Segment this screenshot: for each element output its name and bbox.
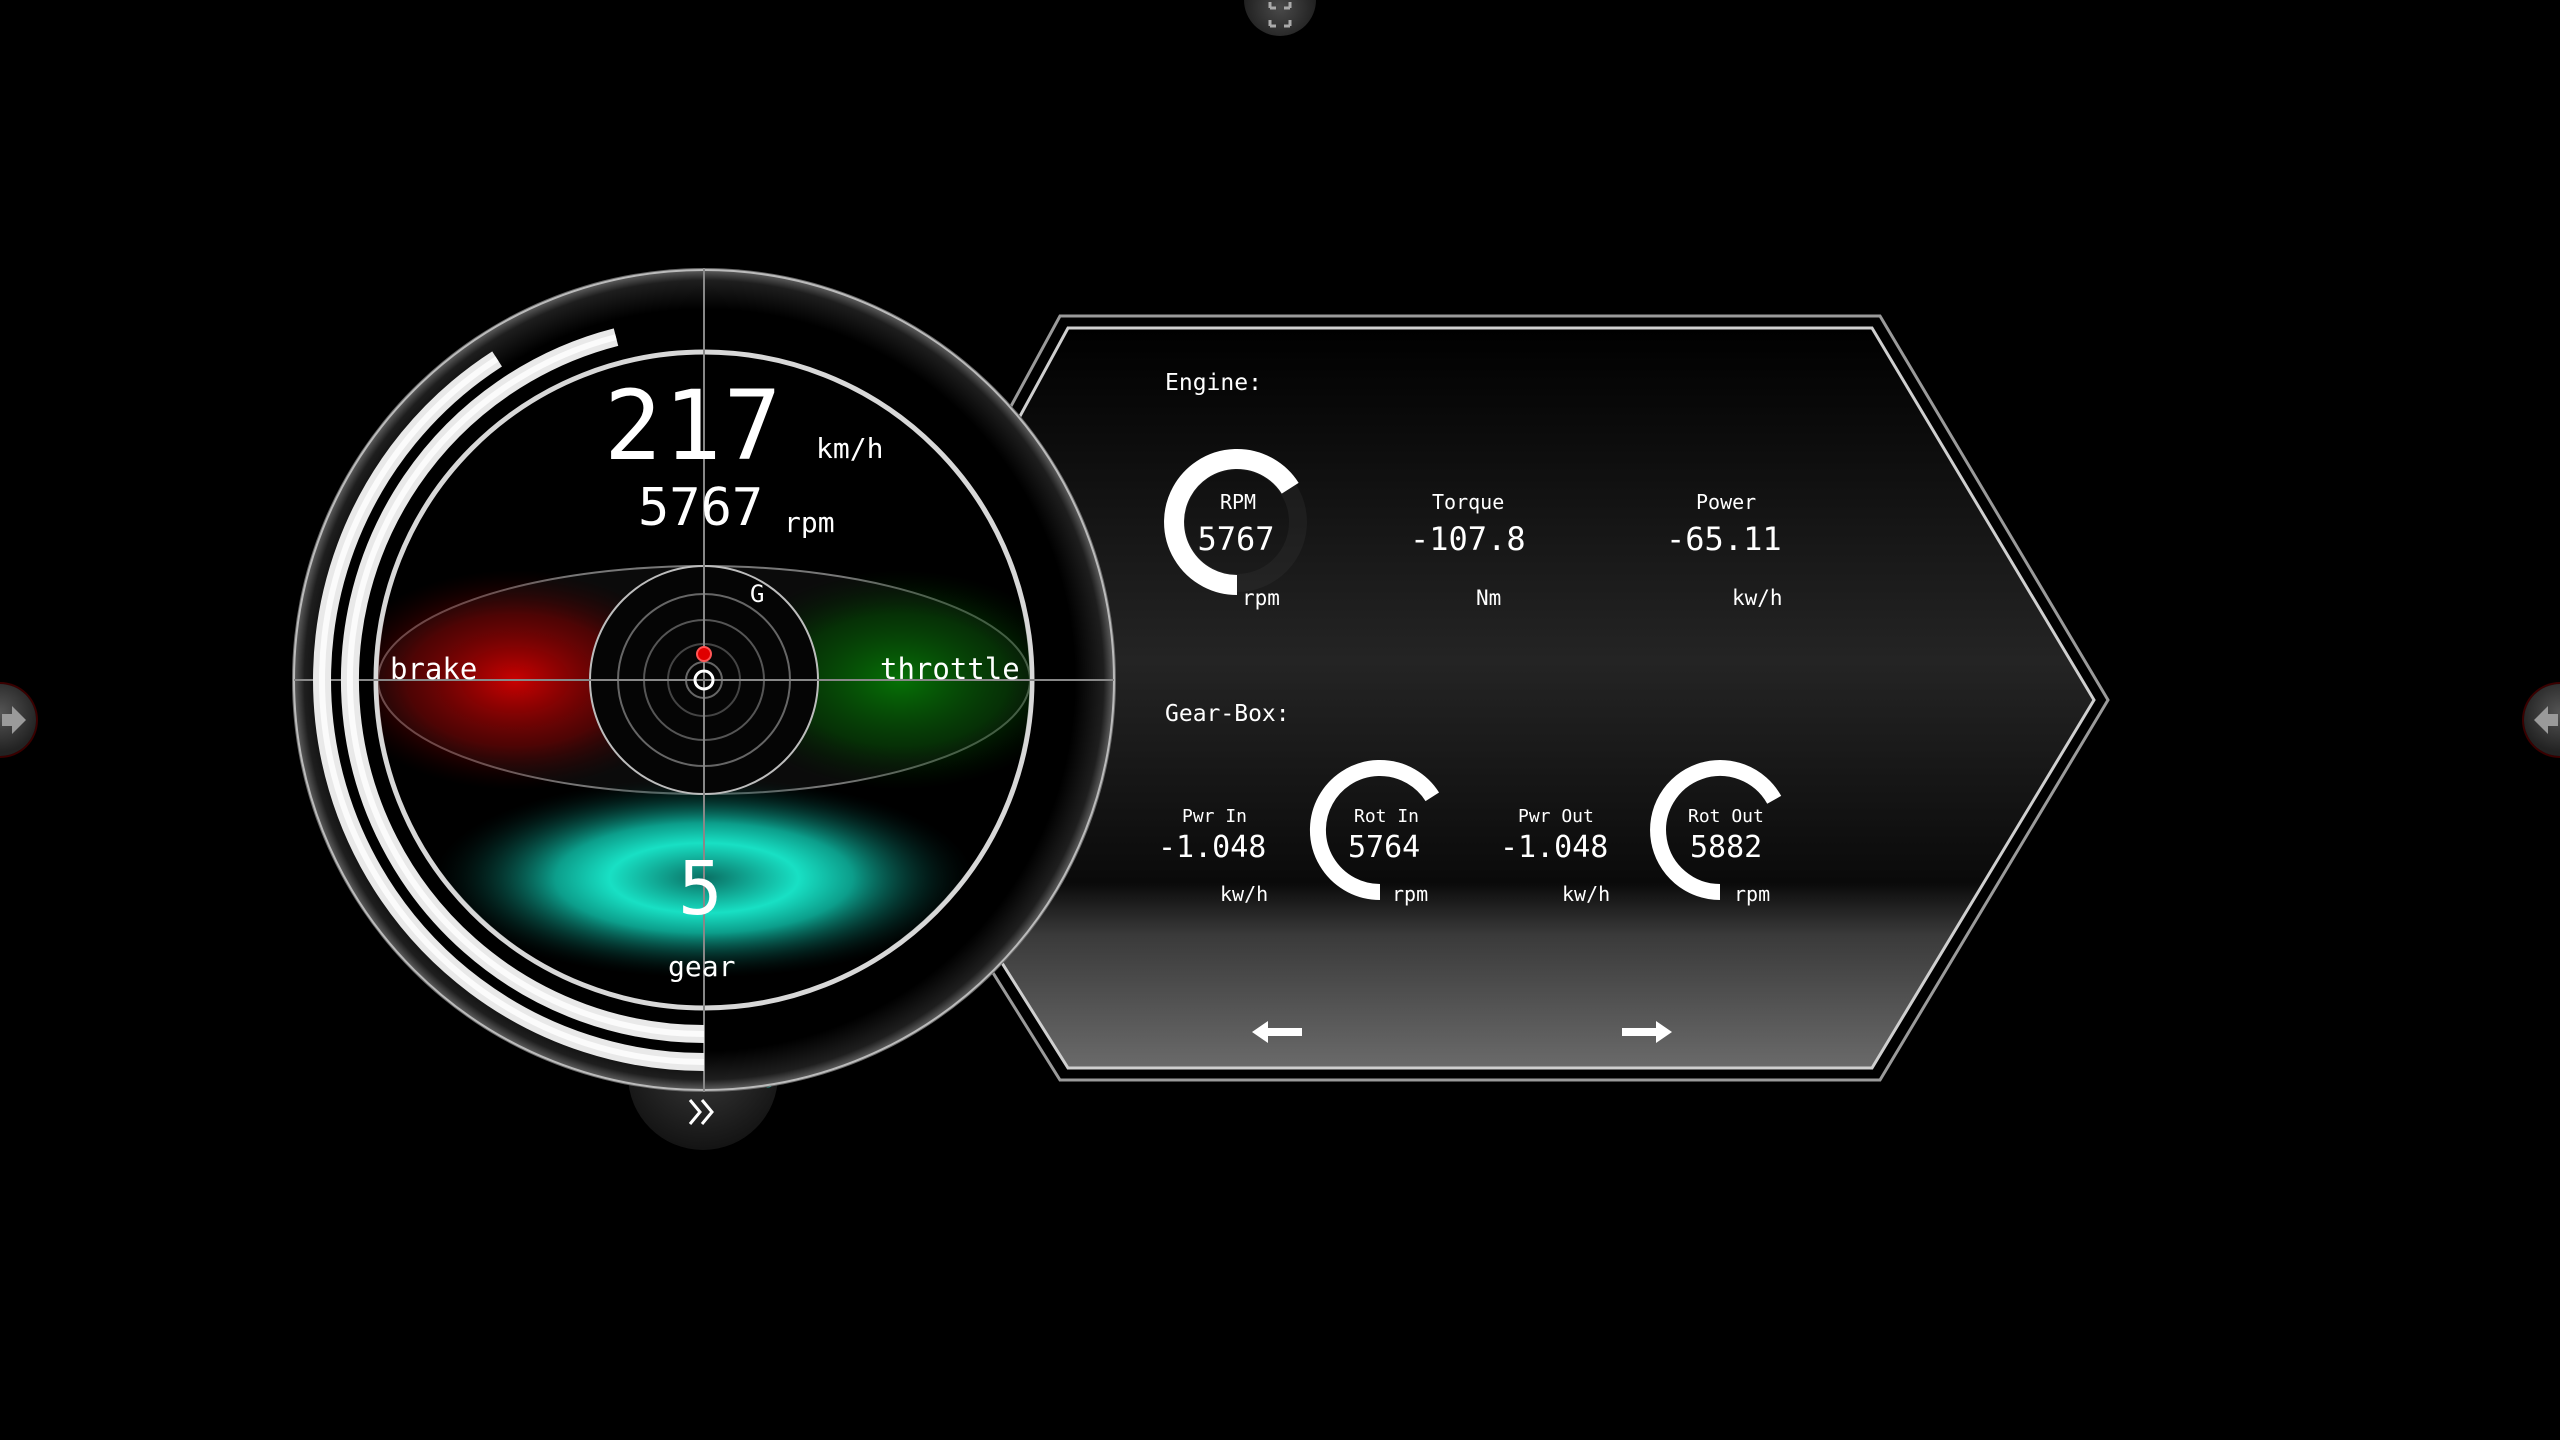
gearbox-rot-in-label: Rot In — [1354, 806, 1420, 827]
fullscreen-button[interactable] — [1244, 0, 1316, 36]
prev-page-button[interactable] — [1250, 1018, 1306, 1050]
gearbox-section-title: Gear-Box: — [1165, 701, 1290, 727]
arrow-right-icon — [2, 706, 26, 734]
gearbox-pwr-out-value: -1.048 — [1500, 830, 1609, 865]
brake-label: brake — [390, 652, 478, 686]
engine-torque-value: -107.8 — [1410, 520, 1526, 558]
rpm-unit: rpm — [784, 506, 835, 539]
gearbox-pwr-in-unit: kw/h — [1220, 882, 1269, 906]
fullscreen-icon — [1268, 2, 1292, 28]
engine-power-unit: kw/h — [1732, 586, 1783, 610]
g-label: G — [750, 580, 765, 608]
next-page-button[interactable] — [1618, 1018, 1674, 1050]
throttle-label: throttle — [880, 652, 1020, 686]
engine-section-title: Engine: — [1165, 370, 1262, 396]
engine-power-value: -65.11 — [1666, 520, 1782, 558]
gear-label: gear — [668, 950, 736, 983]
engine-rpm-unit: rpm — [1242, 586, 1280, 610]
gearbox-pwr-in-label: Pwr In — [1182, 806, 1248, 827]
engine-rpm-label: RPM — [1219, 490, 1257, 514]
engine-torque-label: Torque — [1432, 490, 1505, 514]
speed-unit: km/h — [816, 432, 884, 465]
speed-value: 217 — [604, 370, 784, 482]
engine-rpm-value: 5767 — [1197, 520, 1275, 558]
arrow-right-icon — [1622, 1021, 1672, 1043]
right-side-tab[interactable] — [2524, 684, 2560, 756]
gearbox-pwr-out-label: Pwr Out — [1518, 806, 1594, 827]
gearbox-rot-out-label: Rot Out — [1688, 806, 1764, 827]
arrow-left-icon — [2534, 706, 2558, 734]
gearbox-rot-in-value: 5764 — [1348, 830, 1421, 865]
engine-torque-unit: Nm — [1476, 586, 1502, 610]
engine-power-label: Power — [1696, 490, 1757, 514]
arrow-left-icon — [1252, 1021, 1302, 1043]
gearbox-rot-out-unit: rpm — [1734, 882, 1771, 906]
gear-value: 5 — [678, 846, 723, 932]
g-force-marker — [696, 646, 712, 662]
rpm-value: 5767 — [638, 478, 764, 538]
gearbox-pwr-in-value: -1.048 — [1158, 830, 1267, 865]
gearbox-rot-out-value: 5882 — [1690, 830, 1763, 865]
left-side-tab[interactable] — [0, 684, 36, 756]
gearbox-rot-in-unit: rpm — [1392, 882, 1429, 906]
gearbox-pwr-out-unit: kw/h — [1562, 882, 1611, 906]
